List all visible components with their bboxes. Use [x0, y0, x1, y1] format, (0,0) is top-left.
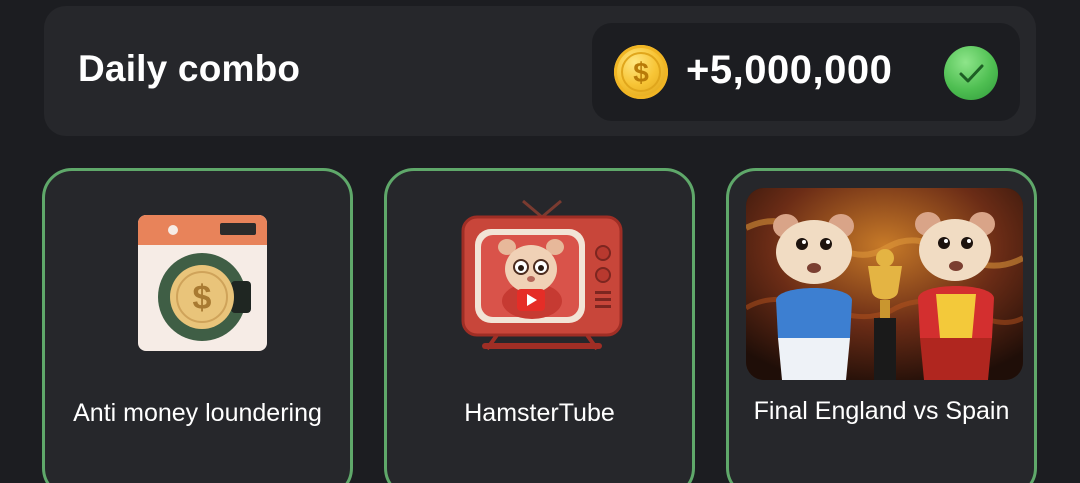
washing-machine-coin-icon: $ [138, 215, 267, 351]
checkmark-icon [944, 46, 998, 100]
combo-reward-badge: $ +5,000,000 [592, 23, 1020, 121]
card-label: HamsterTube [464, 399, 615, 427]
svg-text:$: $ [633, 57, 649, 88]
combo-card-hamstertube[interactable]: HamsterTube [384, 168, 695, 483]
card-label: Anti money loundering [73, 399, 322, 427]
card-label: Final England vs Spain [753, 397, 1010, 425]
daily-combo-screen: Daily combo $ +5,000,000 $ Anti money lo… [0, 0, 1080, 483]
reward-amount: +5,000,000 [686, 48, 893, 92]
dollar-coin-icon: $ [614, 45, 668, 99]
svg-text:$: $ [193, 279, 212, 317]
hamsters-trophy-image [746, 188, 1023, 380]
combo-card-anti-money-laundering[interactable]: $ Anti money loundering [42, 168, 353, 483]
daily-combo-title: Daily combo [78, 48, 301, 89]
daily-combo-header: Daily combo $ +5,000,000 [44, 6, 1036, 136]
combo-card-final-england-vs-spain[interactable]: Final England vs Spain [726, 168, 1037, 483]
retro-tv-hamster-icon [461, 199, 623, 351]
